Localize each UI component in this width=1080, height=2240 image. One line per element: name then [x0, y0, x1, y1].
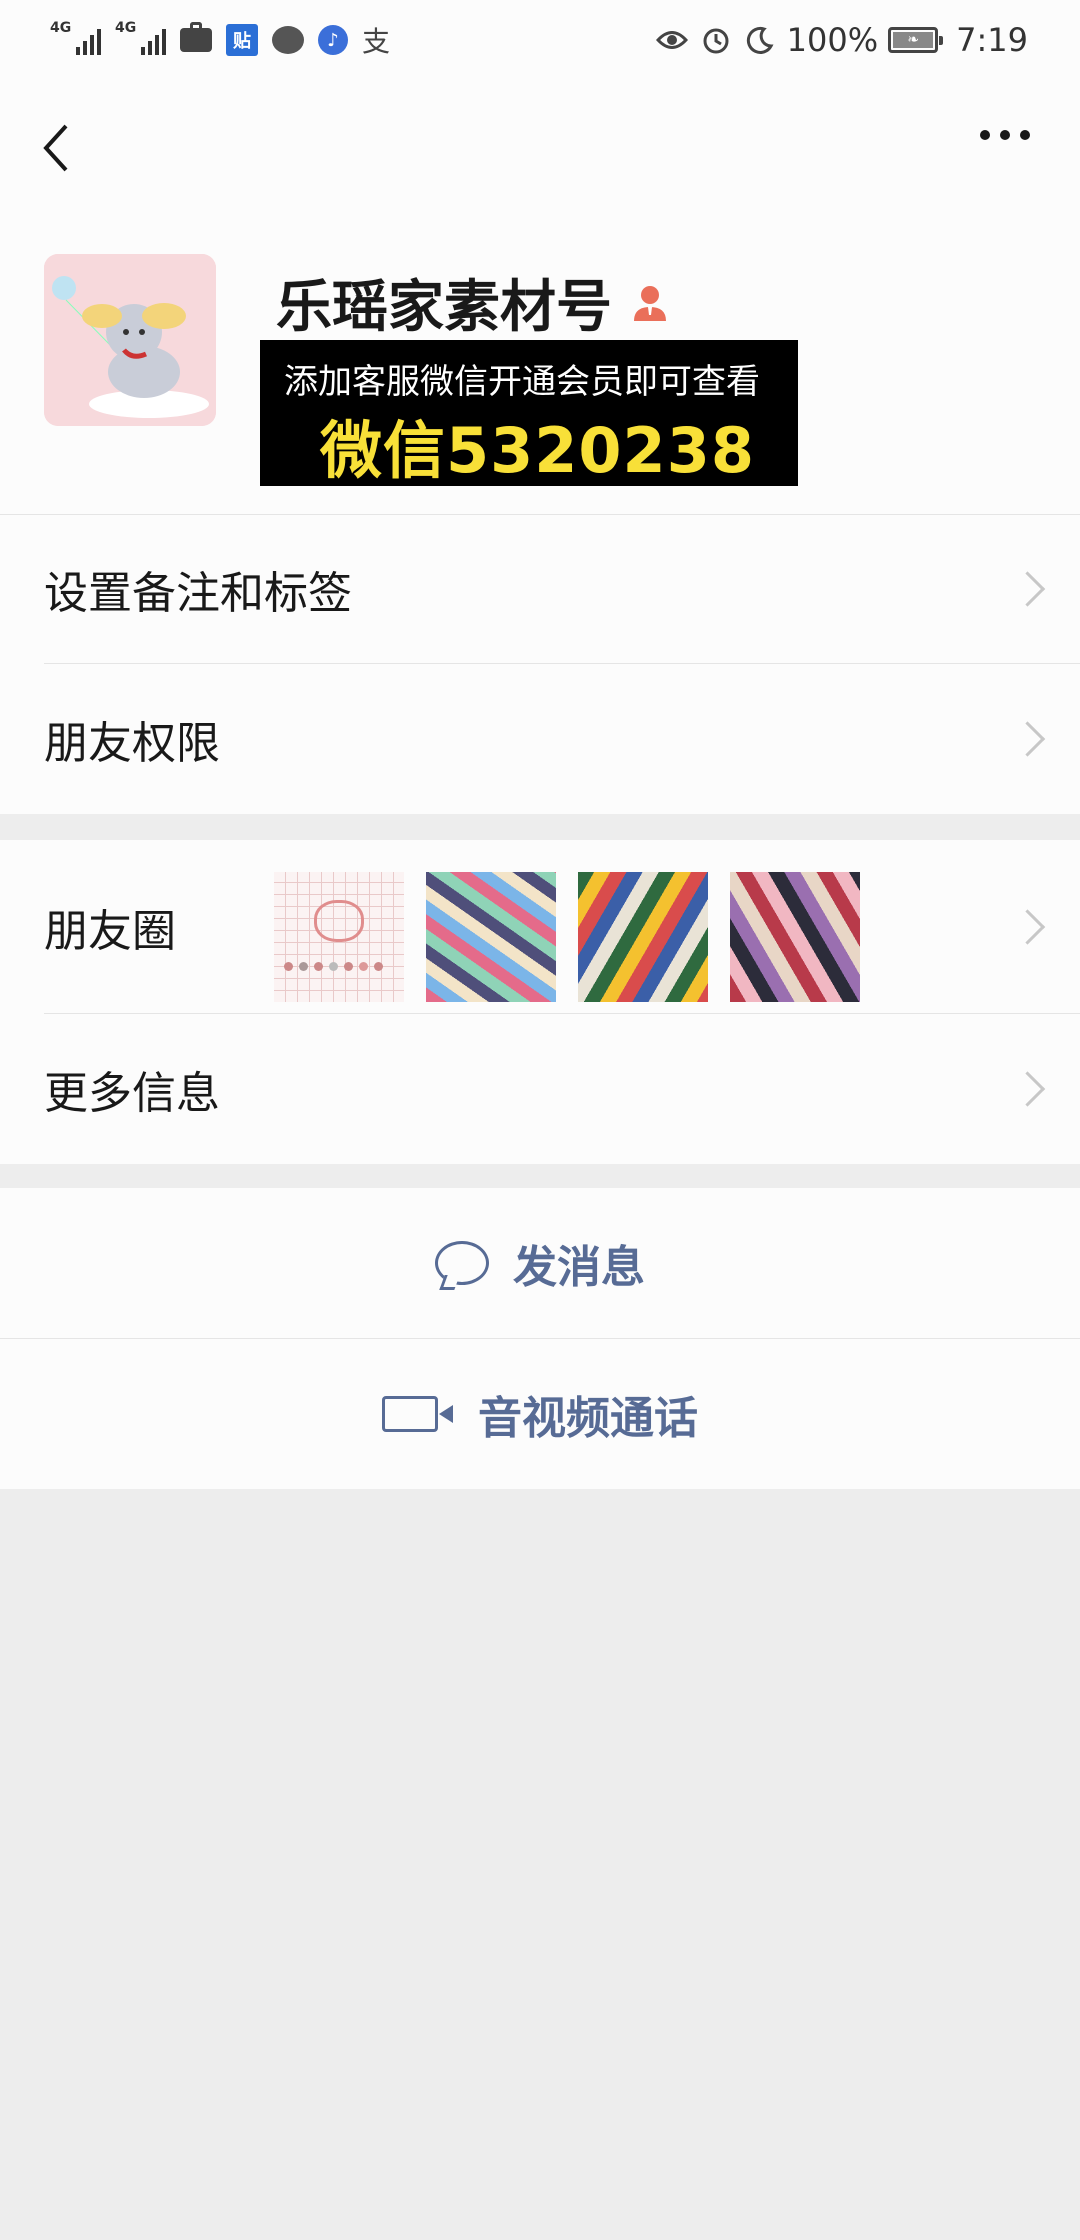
moments-thumbnail: [426, 872, 556, 1002]
moments-thumbnail: [274, 872, 404, 1002]
battery-percent: 100%: [786, 21, 879, 59]
clock-time: 7:19: [956, 21, 1028, 59]
send-message-button[interactable]: 发消息: [0, 1188, 1080, 1338]
person-badge-icon: [634, 285, 666, 321]
chevron-right-icon: [1009, 909, 1046, 945]
network-type-2: 4G: [115, 20, 137, 36]
network-type-1: 4G: [50, 20, 72, 36]
settings-section: 设置备注和标签 朋友权限: [0, 514, 1080, 814]
video-call-button[interactable]: 音视频通话: [0, 1339, 1080, 1489]
moments-label: 朋友圈: [44, 906, 176, 957]
send-message-label: 发消息: [513, 1242, 645, 1293]
profile-name: 乐瑶家素材号: [276, 275, 612, 340]
chevron-right-icon: [1009, 1071, 1046, 1107]
eye-icon: [655, 25, 689, 55]
tieba-icon: 贴: [226, 24, 258, 56]
promo-line-1: 添加客服微信开通会员即可查看: [284, 362, 760, 402]
signal-icon: 4G: [50, 21, 101, 55]
video-call-label: 音视频通话: [478, 1393, 698, 1444]
more-info-item[interactable]: 更多信息: [0, 1014, 1080, 1164]
remarks-label: 设置备注和标签: [44, 568, 352, 619]
chevron-right-icon: [1009, 571, 1046, 607]
video-camera-icon: [382, 1396, 453, 1432]
signal-icon-2: 4G: [115, 21, 166, 55]
alipay-icon: 支: [362, 25, 391, 58]
profile-name-row: 乐瑶家素材号: [276, 262, 670, 343]
back-button[interactable]: [38, 118, 78, 178]
promo-line-2: 微信5320238: [320, 414, 755, 487]
music-icon: ♪: [318, 25, 348, 55]
battery-icon: ❧: [888, 27, 944, 53]
alarm-icon: [699, 25, 733, 55]
moments-thumbnails: [274, 872, 860, 1002]
more-dots-icon: [980, 130, 990, 140]
elephant-avatar-icon: [44, 254, 216, 426]
remarks-and-tags-item[interactable]: 设置备注和标签: [0, 514, 1080, 664]
avatar[interactable]: [44, 254, 216, 426]
moments-section: 朋友圈 更多信息: [0, 840, 1080, 1164]
permissions-label: 朋友权限: [44, 718, 220, 769]
moments-thumbnail: [730, 872, 860, 1002]
chevron-left-icon: [43, 124, 68, 172]
more-button[interactable]: [980, 130, 1030, 140]
more-info-label: 更多信息: [44, 1068, 220, 1119]
chat-bubble-icon: [272, 26, 304, 54]
promo-banner: 添加客服微信开通会员即可查看 微信5320238: [260, 340, 798, 487]
friend-permissions-item[interactable]: 朋友权限: [0, 664, 1080, 814]
chevron-right-icon: [1009, 721, 1046, 757]
moments-item[interactable]: 朋友圈: [0, 840, 1080, 1014]
moments-thumbnail: [578, 872, 708, 1002]
status-bar: 4G 4G 贴 ♪ 支 100% ❧ 7:19: [0, 0, 1080, 80]
moon-icon: [743, 25, 777, 55]
chat-icon: [435, 1241, 489, 1285]
briefcase-icon: [180, 22, 212, 52]
